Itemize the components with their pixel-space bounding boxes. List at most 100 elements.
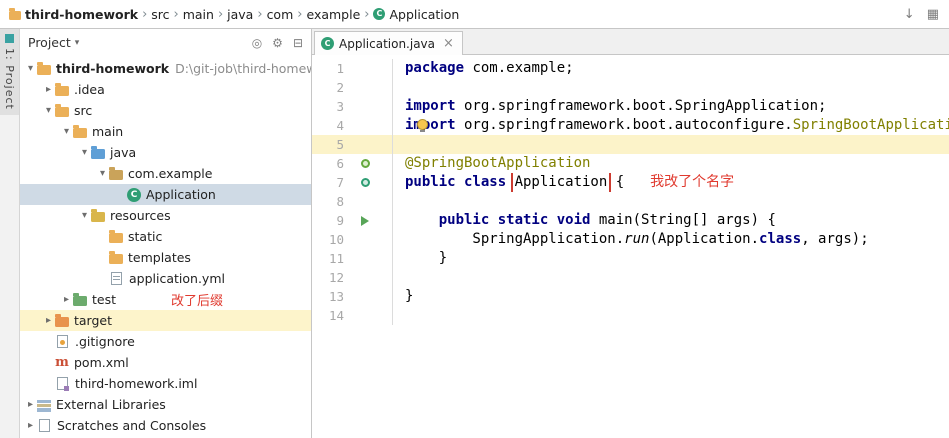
- tree-item-third-homework-iml[interactable]: third-homework.iml: [20, 373, 311, 394]
- chevron-collapsed-icon[interactable]: ▸: [24, 420, 37, 431]
- grid-icon[interactable]: ▦: [927, 7, 939, 22]
- tree-item-scratches-and-consoles[interactable]: ▸ Scratches and Consoles: [20, 415, 311, 436]
- code-line-11[interactable]: 11 }: [312, 249, 949, 268]
- chevron-collapsed-icon[interactable]: ▸: [24, 399, 37, 410]
- chevron-down-icon: ▾: [74, 37, 80, 48]
- tree-item-static[interactable]: static: [20, 226, 311, 247]
- chevron-expanded-icon[interactable]: ▾: [24, 63, 37, 74]
- breadcrumb-item-example[interactable]: example: [303, 5, 363, 24]
- chevron-expanded-icon[interactable]: ▾: [42, 105, 55, 116]
- code-editor[interactable]: 1 package com.example; 2 3 import org.spring…: [312, 55, 949, 438]
- gutter: [352, 215, 378, 226]
- tree-item-src[interactable]: ▾ src: [20, 100, 311, 121]
- run-icon[interactable]: [361, 215, 369, 226]
- line-number: 11: [328, 251, 344, 266]
- tree-item-pom-xml[interactable]: m pom.xml: [20, 352, 311, 373]
- tree-item-com-example[interactable]: ▾ com.example: [20, 163, 311, 184]
- tree-item-main[interactable]: ▾ main: [20, 121, 311, 142]
- code-line-7[interactable]: 7 public class Application {我改了个名字: [312, 173, 949, 192]
- code-line-3[interactable]: 3 import org.springframework.boot.SpringA…: [312, 97, 949, 116]
- code-text: [392, 192, 949, 211]
- code-line-9[interactable]: 9 public static void main(String[] args)…: [312, 211, 949, 230]
- breadcrumb-item-label: example: [306, 6, 361, 22]
- line-number: 9: [336, 213, 344, 228]
- line-number: 8: [336, 194, 344, 209]
- editor-tab-application-java[interactable]: C Application.java ×: [314, 31, 463, 55]
- chevron-expanded-icon[interactable]: ▾: [78, 210, 91, 221]
- tree-item-templates[interactable]: templates: [20, 247, 311, 268]
- project-panel: Project ▾ ◎ ⚙ ⊟ ▾ third-homework D:\git-job\…: [20, 29, 312, 438]
- breadcrumb-item-com[interactable]: com: [264, 5, 297, 24]
- chevron-expanded-icon[interactable]: ▾: [78, 147, 91, 158]
- breadcrumb-separator-icon: ›: [257, 6, 263, 22]
- chevron-collapsed-icon[interactable]: ▸: [60, 294, 73, 305]
- tree-item-java[interactable]: ▾ java: [20, 142, 311, 163]
- tree-item-label: src: [74, 103, 93, 118]
- breadcrumb-item-label: com: [266, 6, 294, 22]
- line-number: 3: [336, 99, 344, 114]
- project-toolwindow-tab[interactable]: 1: Project: [0, 29, 19, 115]
- breadcrumb-item-third-homework[interactable]: third-homework: [6, 5, 141, 24]
- code-line-4[interactable]: 4 import org.springframework.boot.autocon…: [312, 116, 949, 135]
- class-icon: C: [127, 187, 141, 202]
- chevron-collapsed-icon[interactable]: ▸: [42, 84, 55, 95]
- code-line-8[interactable]: 8: [312, 192, 949, 211]
- line-number: 14: [328, 308, 344, 323]
- main-area: 1: Project Project ▾ ◎ ⚙ ⊟ ▾ third-homework…: [0, 29, 949, 438]
- code-token: org.springframework.boot.SpringApplicati…: [455, 98, 827, 114]
- nav-actions: ↓ ▦: [892, 6, 939, 22]
- source-root-folder-icon: [91, 145, 105, 159]
- code-line-12[interactable]: 12: [312, 268, 949, 287]
- tree-item-label: main: [92, 124, 124, 139]
- chevron-expanded-icon[interactable]: ▾: [96, 168, 109, 179]
- code-line-10[interactable]: 10 SpringApplication. run (Application. cla…: [312, 230, 949, 249]
- breadcrumb-item-src[interactable]: src: [148, 5, 172, 24]
- folder-icon: [73, 124, 87, 138]
- code-line-5[interactable]: 5: [312, 135, 949, 154]
- breadcrumb-item-main[interactable]: main: [180, 5, 217, 24]
- tree-item-third-homework[interactable]: ▾ third-homework D:\git-job\third-homewor: [20, 58, 311, 79]
- code-token: }: [405, 250, 448, 266]
- breadcrumb: third-homework › src › main › java › com › example…: [6, 5, 462, 24]
- breadcrumb-item-application[interactable]: C Application: [370, 5, 462, 24]
- code-text: @SpringBootApplication: [392, 154, 949, 173]
- annotation-text: 我改了个名字: [650, 174, 735, 190]
- scroll-down-icon[interactable]: ↓: [904, 7, 915, 22]
- close-icon[interactable]: ×: [443, 36, 454, 51]
- tree-item-target[interactable]: ▸ target: [20, 310, 311, 331]
- code-line-13[interactable]: 13}: [312, 287, 949, 306]
- code-line-2[interactable]: 2: [312, 78, 949, 97]
- tree-item-gitignore[interactable]: .gitignore: [20, 331, 311, 352]
- chevron-expanded-icon[interactable]: ▾: [60, 126, 73, 137]
- tree-item-label: Application: [146, 187, 216, 202]
- chevron-collapsed-icon[interactable]: ▸: [42, 315, 55, 326]
- class-icon: C: [373, 8, 386, 20]
- project-toolwindow-icon: [5, 34, 14, 43]
- breadcrumb-item-java[interactable]: java: [224, 5, 256, 24]
- ide-window: third-homework › src › main › java › com › example…: [0, 0, 949, 438]
- code-text: public class Application {我改了个名字: [392, 173, 949, 192]
- tree-item-idea[interactable]: ▸ .idea: [20, 79, 311, 100]
- tree-item-test[interactable]: ▸ test 改了后缀: [20, 289, 311, 310]
- project-view-dropdown[interactable]: Project ▾: [28, 35, 79, 50]
- tree-item-label: third-homework.iml: [75, 376, 198, 391]
- settings-icon[interactable]: ⚙: [272, 36, 283, 50]
- tree-item-application-yml[interactable]: application.yml: [20, 268, 311, 289]
- tree-item-application[interactable]: C Application: [20, 184, 311, 205]
- tree-item-label: application.yml: [129, 271, 225, 286]
- code-line-1[interactable]: 1 package com.example;: [312, 59, 949, 78]
- code-line-6[interactable]: 6 @SpringBootApplication: [312, 154, 949, 173]
- breadcrumb-item-label: src: [151, 6, 170, 22]
- spring-bean-icon[interactable]: [360, 159, 370, 168]
- tree-item-label: External Libraries: [56, 397, 166, 412]
- tree-item-external-libraries[interactable]: ▸ External Libraries: [20, 394, 311, 415]
- code-line-14[interactable]: 14: [312, 306, 949, 325]
- tree-item-resources[interactable]: ▾ resources: [20, 205, 311, 226]
- code-text: }: [392, 249, 949, 268]
- intention-bulb-icon[interactable]: [417, 119, 428, 132]
- code-token: (Application.: [649, 231, 760, 247]
- code-token: org.springframework.boot.autoconfigure.: [455, 117, 793, 133]
- collapse-icon[interactable]: ⊟: [293, 36, 303, 50]
- locate-icon[interactable]: ◎: [252, 36, 262, 50]
- spring-bean-icon[interactable]: [360, 178, 370, 187]
